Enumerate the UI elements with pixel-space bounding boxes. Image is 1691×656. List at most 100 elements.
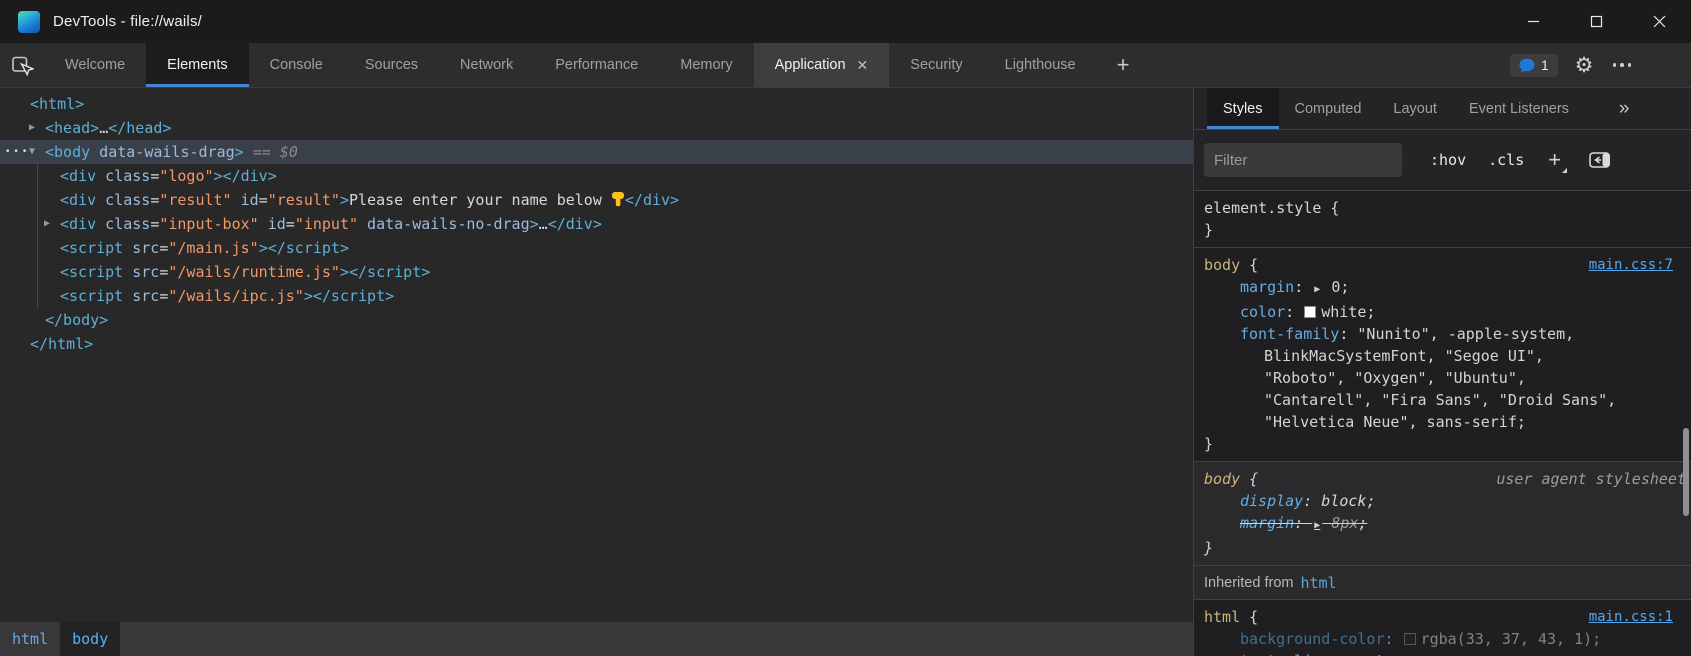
dom-tree-node[interactable]: </html>: [0, 332, 1193, 356]
dom-tree-node[interactable]: <div class="logo"></div>: [0, 164, 1193, 188]
tab-sources[interactable]: Sources: [344, 43, 439, 87]
tab-label: Welcome: [65, 57, 125, 73]
styles-filter-toolbar: :hov .cls +: [1194, 130, 1691, 191]
tab-security[interactable]: Security: [889, 43, 983, 87]
tab-console[interactable]: Console: [249, 43, 344, 87]
tab-welcome[interactable]: Welcome: [44, 43, 146, 87]
stylesheet-link[interactable]: main.css:1: [1589, 606, 1673, 628]
rule-selector[interactable]: body: [1204, 470, 1240, 488]
property-value: center: [1348, 652, 1402, 656]
expander-open-icon[interactable]: ▼: [29, 140, 35, 164]
css-property[interactable]: background-color: rgba(33, 37, 43, 1);: [1204, 628, 1691, 650]
tab-memory[interactable]: Memory: [659, 43, 753, 87]
more-tabs-chevron-icon[interactable]: »: [1611, 88, 1638, 129]
dom-tree-node[interactable]: <script src="/wails/ipc.js"></script>: [0, 284, 1193, 308]
css-property[interactable]: text-align: center;: [1204, 650, 1691, 656]
css-property[interactable]: color: white;: [1204, 301, 1691, 323]
breadcrumb: htmlbody: [0, 622, 1193, 656]
window-title: DevTools - file://wails/: [53, 13, 202, 30]
color-swatch[interactable]: [1404, 633, 1416, 645]
tab-label: Security: [910, 57, 962, 73]
more-menu-icon[interactable]: [1611, 59, 1634, 71]
tab-label: Lighthouse: [1005, 57, 1076, 73]
dom-tree-node[interactable]: ▶<div class="input-box" id="input" data-…: [0, 212, 1193, 236]
rule-closing-brace: }: [1204, 537, 1691, 559]
inherited-from-header: Inherited from html: [1194, 566, 1691, 600]
pointing-down-emoji: [611, 190, 625, 214]
tab-network[interactable]: Network: [439, 43, 534, 87]
property-value-continuation: "Roboto", "Oxygen", "Ubuntu",: [1204, 367, 1691, 389]
close-button[interactable]: [1628, 0, 1691, 43]
scrollbar-thumb[interactable]: [1683, 428, 1689, 516]
tab-label: Elements: [167, 57, 227, 73]
css-property[interactable]: margin: ▶ 8px;: [1204, 512, 1691, 537]
sidebar-tab-layout[interactable]: Layout: [1377, 88, 1453, 129]
close-tab-icon[interactable]: ✕: [857, 58, 869, 72]
sidebar-tab-styles[interactable]: Styles: [1207, 88, 1279, 129]
sidebar-tab-event-listeners[interactable]: Event Listeners: [1453, 88, 1585, 129]
more-tools-plus-icon[interactable]: +: [1097, 43, 1150, 87]
rule-selector-line: main.css:7body {: [1204, 254, 1691, 276]
dom-tree-node[interactable]: <div class="result" id="result">Please e…: [0, 188, 1193, 212]
tab-label: Performance: [555, 57, 638, 73]
rule-selector-line: element.style {: [1204, 197, 1691, 219]
tab-elements[interactable]: Elements: [146, 43, 248, 87]
dom-tree-node[interactable]: <html>: [0, 92, 1193, 116]
sidebar-tab-computed[interactable]: Computed: [1279, 88, 1378, 129]
breadcrumb-body[interactable]: body: [60, 622, 120, 656]
dom-tree-node[interactable]: <script src="/wails/runtime.js"></script…: [0, 260, 1193, 284]
toolbar-right: 1 ⚙: [1510, 43, 1691, 87]
feedback-count: 1: [1541, 58, 1549, 73]
window-controls: [1502, 0, 1691, 43]
breadcrumb-html[interactable]: html: [0, 622, 60, 656]
property-name: margin: [1240, 278, 1294, 296]
tab-lighthouse[interactable]: Lighthouse: [984, 43, 1097, 87]
inherited-from-label: Inherited from: [1204, 575, 1293, 591]
style-rule-section: main.css:1html {background-color: rgba(3…: [1194, 600, 1691, 656]
sidebar-tab-bar: StylesComputedLayoutEvent Listeners »: [1194, 88, 1691, 130]
expand-value-icon[interactable]: ▶: [1312, 520, 1322, 531]
elements-panel: <html>▶<head>…</head>•••▼<body data-wail…: [0, 88, 1194, 656]
rule-selector-line: user agent stylesheetbody {: [1204, 468, 1691, 490]
tab-performance[interactable]: Performance: [534, 43, 659, 87]
toggle-element-state-button[interactable]: :hov: [1430, 151, 1466, 169]
inspect-element-icon[interactable]: [0, 43, 44, 87]
rule-selector[interactable]: element.style: [1204, 199, 1321, 217]
dom-tree-node[interactable]: •••▼<body data-wails-drag> == $0: [0, 140, 1193, 164]
rule-selector[interactable]: html: [1204, 608, 1240, 626]
property-value-continuation: BlinkMacSystemFont, "Segoe UI",: [1204, 345, 1691, 367]
rule-selector[interactable]: body: [1204, 256, 1240, 274]
minimize-button[interactable]: [1502, 0, 1565, 43]
rule-selector-line: main.css:1html {: [1204, 606, 1691, 628]
tab-label: Memory: [680, 57, 732, 73]
styles-sidebar: StylesComputedLayoutEvent Listeners » :h…: [1194, 88, 1691, 656]
maximize-button[interactable]: [1565, 0, 1628, 43]
edge-devtools-logo-icon: [18, 11, 40, 33]
expander-closed-icon[interactable]: ▶: [29, 116, 35, 140]
tab-application[interactable]: Application✕: [754, 43, 890, 87]
inherited-node-link[interactable]: html: [1300, 574, 1336, 592]
expand-value-icon[interactable]: ▶: [1312, 284, 1322, 295]
element-classes-button[interactable]: .cls: [1488, 151, 1524, 169]
css-property[interactable]: display: block;: [1204, 490, 1691, 512]
css-property[interactable]: margin: ▶ 0;: [1204, 276, 1691, 301]
stylesheet-link[interactable]: main.css:7: [1589, 254, 1673, 276]
color-swatch[interactable]: [1304, 306, 1316, 318]
dom-tree-node[interactable]: <script src="/main.js"></script>: [0, 236, 1193, 260]
content-area: <html>▶<head>…</head>•••▼<body data-wail…: [0, 88, 1691, 656]
property-value: block: [1321, 492, 1366, 510]
dom-tree-node[interactable]: </body>: [0, 308, 1193, 332]
property-value: "Nunito", -apple-system,: [1357, 325, 1574, 343]
expander-closed-icon[interactable]: ▶: [44, 212, 50, 236]
node-actions-dots-icon[interactable]: •••: [5, 140, 30, 164]
style-rule-section: element.style {}: [1194, 191, 1691, 248]
indent-guide: [37, 164, 38, 308]
user-agent-note: user agent stylesheet: [1496, 468, 1686, 490]
settings-gear-icon[interactable]: ⚙: [1575, 55, 1594, 76]
feedback-badge[interactable]: 1: [1510, 54, 1558, 77]
styles-filter-input[interactable]: [1204, 143, 1402, 177]
dom-tree-node[interactable]: ▶<head>…</head>: [0, 116, 1193, 140]
toggle-sidebar-icon[interactable]: [1589, 152, 1610, 168]
new-style-rule-plus-icon[interactable]: +: [1548, 149, 1567, 171]
css-property[interactable]: font-family: "Nunito", -apple-system,: [1204, 323, 1691, 345]
